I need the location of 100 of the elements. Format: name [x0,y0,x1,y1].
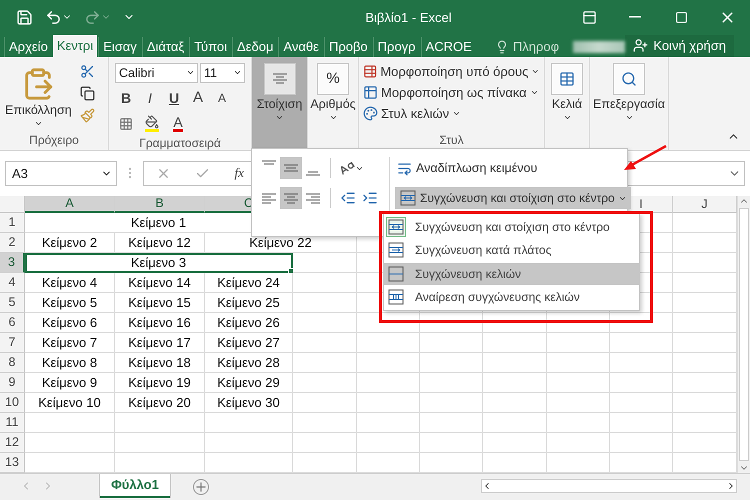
cells-button[interactable]: Κελιά [549,60,585,122]
shrink-font-button[interactable]: A [211,86,233,109]
table-cell: Κείμενο 2 [25,232,115,253]
group-label: Πρόχειρο [28,132,80,149]
table-cell: Κείμενο 6 [25,312,115,333]
sheet-tab[interactable]: Φύλλο1 [100,474,170,498]
table-cell: Κείμενο 14 [115,272,205,293]
align-left-icon [262,192,276,204]
conditional-format-icon [363,64,378,79]
row-header[interactable]: 2 [0,232,25,253]
table-cell: Κείμενο 16 [115,312,205,333]
table-cell: Κείμενο 7 [25,332,115,353]
row-header[interactable]: 1 [0,212,25,233]
table-cell: Κείμενο 3 [25,252,293,273]
undo-icon [45,8,62,26]
row-header[interactable]: 8 [0,352,25,373]
name-box[interactable]: A3 [5,160,117,186]
column-header[interactable]: B [115,196,205,213]
styles-menu-button[interactable]: Μορφοποίηση ως πίνακα [363,82,540,103]
row-header[interactable]: 10 [0,392,25,413]
table-format-icon [363,84,378,100]
maximize-icon [674,10,688,24]
table-cell: Κείμενο 24 [205,272,293,293]
paint-bucket-icon [145,115,159,132]
paintbrush-icon [80,108,96,124]
menu-item[interactable]: Συγχώνευση κατά πλάτος [384,240,639,261]
align-center-icon [272,73,286,84]
search-icon [621,70,637,87]
font-size-field[interactable]: 11 [200,62,245,83]
bold-button[interactable]: B [115,86,137,109]
merge-center-button[interactable]: Συγχώνευση και στοίχιση στο κέντρο [395,187,631,209]
merge-cells-icon [387,264,405,283]
row-header[interactable]: 4 [0,272,25,293]
align-right-icon [306,192,320,204]
paste-button[interactable]: Επικόλληση [3,60,74,128]
plus-icon [193,478,209,495]
horizontal-scrollbar[interactable] [481,478,737,493]
font-color-button[interactable]: A [167,112,189,135]
horizontal-align-button[interactable] [280,187,302,209]
font-name-field[interactable]: Calibri [115,62,198,83]
column-header[interactable]: A [25,196,115,213]
row-header[interactable]: 12 [0,432,25,453]
table-cell: Κείμενο 10 [25,392,115,413]
ribbon-display-icon [582,10,596,24]
scroll-thumb[interactable] [739,208,749,461]
wrap-text-icon [397,160,412,176]
wrap-text-button[interactable]: Αναδίπλωση κειμένου [395,157,631,179]
blurred-area [573,40,626,53]
save-icon [16,8,33,26]
number-button[interactable]: % Αριθμός [308,60,358,122]
row-header[interactable]: 9 [0,372,25,393]
scissors-icon [80,64,96,80]
underline-button[interactable]: U [163,86,185,109]
copy-icon [80,86,96,102]
table-cell: Κείμενο 18 [115,352,205,373]
table-cell: Κείμενο 29 [205,372,293,393]
align-middle-icon [284,164,298,172]
ribbon-tab[interactable]: Κεντρι [52,34,98,57]
insert-function-button[interactable]: fx [234,165,244,182]
palette-icon [363,106,378,121]
merge-center-icon [399,189,417,207]
grow-font-button[interactable]: A [187,86,209,109]
row-header[interactable]: 5 [0,292,25,313]
merge-center-icon [387,218,405,236]
table-cell: Κείμενο 4 [25,272,115,293]
window-title: Βιβλίο1 - Excel [364,10,453,24]
table-cell: Κείμενο 30 [205,392,293,413]
row-header[interactable]: 3 [0,252,25,273]
group-label: Γραμματοσειρά [138,134,222,151]
row-header[interactable]: 13 [0,452,25,473]
table-cell: Κείμενο 12 [115,232,205,253]
alignment-button[interactable]: Στοίχιση [254,60,304,122]
menu-item[interactable]: Αναίρεση συγχώνευσης κελιών [384,286,639,308]
row-header[interactable]: 7 [0,332,25,353]
table-cell: Κείμενο 9 [25,372,115,393]
increase-indent-icon [362,190,378,206]
menu-item[interactable]: Συγχώνευση κελιών [384,263,639,284]
person-add-icon [633,38,648,54]
column-header[interactable]: J [673,196,737,213]
menu-item[interactable]: Συγχώνευση και στοίχιση στο κέντρο [384,216,639,238]
merge-across-icon [387,241,405,260]
table-cell: Κείμενο 20 [115,392,205,413]
editing-button[interactable]: Επεξεργασία [591,60,668,122]
styles-menu-button[interactable]: Στυλ κελιών [363,102,540,124]
share-button[interactable]: Κοινή χρήση [625,34,734,57]
unmerge-icon [387,288,405,306]
tell-me-button[interactable]: Πληροφ [488,36,566,57]
table-cell: Κείμενο 8 [25,352,115,373]
italic-button[interactable]: I [139,86,161,109]
table-cell: Κείμενο 5 [25,292,115,313]
table-cell: Κείμενο 15 [115,292,205,313]
arrow-icon [622,144,668,173]
redo-icon [84,8,101,26]
row-header[interactable]: 6 [0,312,25,333]
alignment-group[interactable]: Στοίχιση [252,56,308,150]
table-cell: Κείμενο 26 [205,312,293,333]
align-top-icon [262,160,276,165]
row-header[interactable]: 11 [0,412,25,433]
styles-menu-button[interactable]: Μορφοποίηση υπό όρους [363,60,540,82]
vertical-align-button[interactable] [280,157,302,179]
